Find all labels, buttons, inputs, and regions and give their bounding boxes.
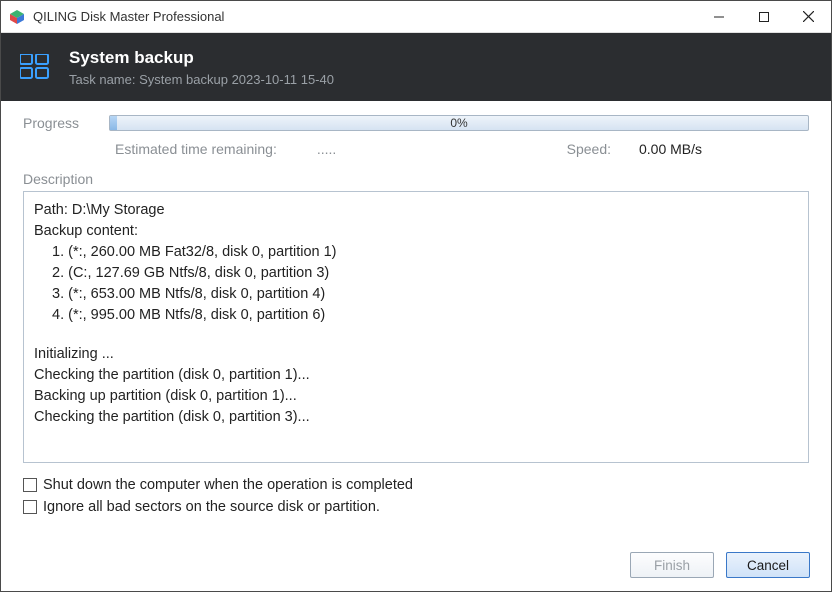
progress-percent: 0% (450, 116, 467, 130)
progress-bar-fill (110, 116, 117, 130)
speed-value: 0.00 MB/s (639, 141, 729, 157)
titlebar: QILING Disk Master Professional (1, 1, 831, 33)
page-title: System backup (69, 48, 334, 68)
close-button[interactable] (786, 1, 831, 33)
window-title: QILING Disk Master Professional (33, 9, 696, 24)
desc-content-heading: Backup content: (34, 221, 798, 242)
shutdown-checkbox-row[interactable]: Shut down the computer when the operatio… (23, 477, 809, 493)
progress-bar: 0% (109, 115, 809, 131)
app-icon (9, 9, 25, 25)
description-label: Description (23, 171, 809, 187)
desc-log-line: Checking the partition (disk 0, partitio… (34, 407, 798, 428)
description-box[interactable]: Path: D:\My Storage Backup content: 1. (… (23, 191, 809, 463)
ignore-checkbox-row[interactable]: Ignore all bad sectors on the source dis… (23, 499, 809, 515)
backup-icon (19, 51, 51, 83)
shutdown-checkbox[interactable] (23, 478, 37, 492)
desc-log-line: Checking the partition (disk 0, partitio… (34, 365, 798, 386)
desc-item: 3. (*:, 653.00 MB Ntfs/8, disk 0, partit… (52, 284, 798, 305)
desc-item: 2. (C:, 127.69 GB Ntfs/8, disk 0, partit… (52, 263, 798, 284)
progress-label: Progress (23, 115, 95, 131)
desc-item: 4. (*:, 995.00 MB Ntfs/8, disk 0, partit… (52, 305, 798, 326)
ignore-checkbox-label: Ignore all bad sectors on the source dis… (43, 499, 380, 515)
desc-log-line: Initializing ... (34, 344, 798, 365)
speed-label: Speed: (567, 141, 611, 157)
maximize-button[interactable] (741, 1, 786, 33)
finish-button: Finish (630, 552, 714, 578)
est-time-label: Estimated time remaining: (115, 141, 277, 157)
desc-log-line: Backing up partition (disk 0, partition … (34, 386, 798, 407)
ignore-checkbox[interactable] (23, 500, 37, 514)
minimize-button[interactable] (696, 1, 741, 33)
task-name-label: Task name: System backup 2023-10-11 15-4… (69, 72, 334, 87)
desc-path: Path: D:\My Storage (34, 200, 798, 221)
cancel-button[interactable]: Cancel (726, 552, 810, 578)
shutdown-checkbox-label: Shut down the computer when the operatio… (43, 477, 413, 493)
desc-item: 1. (*:, 260.00 MB Fat32/8, disk 0, parti… (52, 242, 798, 263)
est-time-value: ..... (317, 141, 336, 157)
page-header: System backup Task name: System backup 2… (1, 33, 831, 101)
